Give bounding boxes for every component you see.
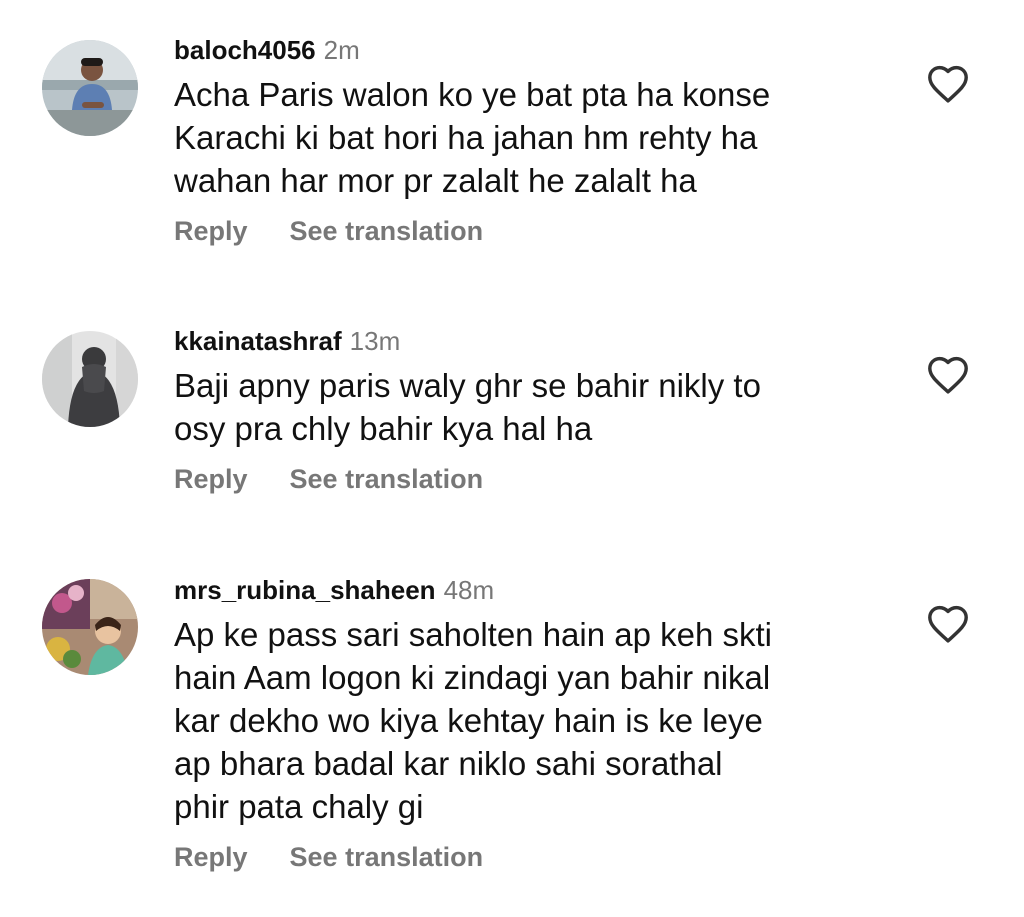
comment-actions: Reply See translation <box>174 842 894 873</box>
comment-header: mrs_rubina_shaheen 48m <box>174 573 894 607</box>
see-translation-button[interactable]: See translation <box>290 464 484 495</box>
comment-text-line: Acha Paris walon ko ye bat pta ha konse <box>174 76 771 113</box>
reply-button[interactable]: Reply <box>174 216 248 247</box>
comment-text-line: Baji apny paris waly ghr se bahir nikly … <box>174 367 761 404</box>
heart-outline-icon[interactable] <box>926 604 970 644</box>
comment-text-line: kar dekho wo kiya kehtay hain is ke leye <box>174 702 763 739</box>
see-translation-button[interactable]: See translation <box>290 216 484 247</box>
comment-text-line: Ap ke pass sari saholten hain ap keh skt… <box>174 616 773 653</box>
comment-text-line: ap bhara badal kar niklo sahi sorathal <box>174 745 723 782</box>
avatar[interactable] <box>42 40 138 136</box>
timestamp: 2m <box>323 35 360 65</box>
comment-text-line: Karachi ki bat hori ha jahan hm rehty ha <box>174 119 758 156</box>
reply-button[interactable]: Reply <box>174 842 248 873</box>
comment-text: Baji apny paris waly ghr se bahir nikly … <box>174 364 894 450</box>
timestamp: 48m <box>443 575 495 605</box>
comment-actions: Reply See translation <box>174 216 894 247</box>
username[interactable]: kkainatashraf <box>174 326 342 356</box>
comment-header: baloch4056 2m <box>174 33 894 67</box>
timestamp: 13m <box>349 326 401 356</box>
comment-text-line: wahan har mor pr zalalt he zalalt ha <box>174 162 697 199</box>
avatar[interactable] <box>42 331 138 427</box>
comment-text-line: phir pata chaly gi <box>174 788 424 825</box>
avatar[interactable] <box>42 579 138 675</box>
username[interactable]: baloch4056 <box>174 35 316 65</box>
comment-text: Acha Paris walon ko ye bat pta ha konse … <box>174 73 894 202</box>
comment-text-line: osy pra chly bahir kya hal ha <box>174 410 593 447</box>
comment-text: Ap ke pass sari saholten hain ap keh skt… <box>174 613 894 828</box>
heart-outline-icon[interactable] <box>926 64 970 104</box>
comment-header: kkainatashraf 13m <box>174 324 894 358</box>
see-translation-button[interactable]: See translation <box>290 842 484 873</box>
reply-button[interactable]: Reply <box>174 464 248 495</box>
comment-actions: Reply See translation <box>174 464 894 495</box>
username[interactable]: mrs_rubina_shaheen <box>174 575 436 605</box>
comment-text-line: hain Aam logon ki zindagi yan bahir nika… <box>174 659 771 696</box>
heart-outline-icon[interactable] <box>926 355 970 395</box>
